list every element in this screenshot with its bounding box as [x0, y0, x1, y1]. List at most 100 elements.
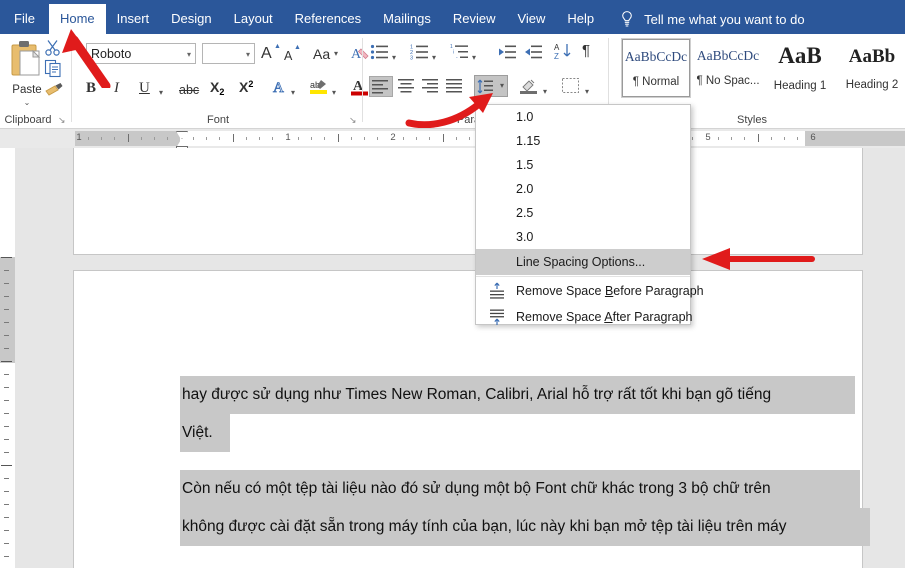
- style-no-spacing[interactable]: AaBbCcDc ¶ No Spac...: [694, 39, 762, 97]
- svg-text:-: -: [456, 55, 458, 61]
- paste-dropdown-caret[interactable]: ⌄: [4, 98, 50, 107]
- vertical-ruler-tick: [4, 348, 9, 349]
- align-left-icon[interactable]: [369, 76, 393, 97]
- highlight-color-icon[interactable]: ab: [309, 77, 329, 102]
- vertical-ruler-tick: [4, 543, 9, 544]
- underline-chevron-icon[interactable]: ▾: [159, 82, 163, 100]
- menu-item-label-post: efore Paragraph: [613, 284, 704, 298]
- menu-item-remove-space-after-paragraph[interactable]: Remove Space After Paragraph: [476, 304, 693, 330]
- ruler-number: 2: [390, 132, 396, 143]
- ruler-tick: [259, 137, 260, 140]
- tab-review[interactable]: Review: [442, 4, 507, 34]
- tab-help[interactable]: Help: [556, 4, 605, 34]
- numbering-chevron-icon[interactable]: ▾: [432, 47, 436, 65]
- style-normal[interactable]: AaBbCcDc ¶ Normal: [621, 38, 691, 98]
- numbered-list-icon[interactable]: 1 2 3: [410, 43, 430, 66]
- menu-item-remove-space-before-paragraph[interactable]: Remove Space Before Paragraph: [476, 278, 704, 304]
- style-heading-2[interactable]: AaBb Heading 2: [838, 39, 905, 97]
- ruler-tick: [416, 137, 417, 140]
- underline-button[interactable]: U: [139, 79, 150, 97]
- tab-file[interactable]: File: [0, 4, 49, 34]
- chevron-down-icon[interactable]: ▾: [187, 44, 191, 65]
- tell-me-search[interactable]: Tell me what you want to do: [619, 4, 805, 34]
- font-size-input[interactable]: ▾: [202, 43, 255, 64]
- style-name: Heading 2: [845, 79, 899, 91]
- bullet-chevron-icon[interactable]: ▾: [392, 47, 396, 65]
- font-name-value: Roboto: [91, 47, 132, 61]
- subscript-button[interactable]: X2: [210, 79, 224, 97]
- superscript-button[interactable]: X2: [239, 79, 253, 97]
- document-line: không được cài đặt sẵn trong máy tính củ…: [180, 508, 870, 546]
- tell-me-label: Tell me what you want to do: [644, 11, 805, 27]
- menu-item-label-post: fter Paragraph: [612, 310, 693, 324]
- vertical-ruler-tick: [4, 491, 9, 492]
- shrink-font-label: A: [284, 49, 293, 63]
- borders-icon[interactable]: [562, 78, 580, 99]
- cut-scissors-icon[interactable]: [43, 38, 63, 58]
- shrink-font-icon[interactable]: A ▲: [284, 44, 301, 65]
- tab-view[interactable]: View: [506, 4, 556, 34]
- strikethrough-button[interactable]: abc: [179, 81, 199, 99]
- multilevel-chevron-icon[interactable]: ▾: [472, 47, 476, 65]
- shading-icon[interactable]: [519, 77, 539, 100]
- tab-insert[interactable]: Insert: [106, 4, 161, 34]
- vertical-ruler-tick: [4, 426, 9, 427]
- borders-chevron-icon[interactable]: ▾: [585, 81, 589, 99]
- chevron-down-icon[interactable]: ▾: [246, 44, 250, 65]
- svg-text:A: A: [273, 80, 284, 96]
- change-case-icon[interactable]: Aa ▾: [313, 46, 338, 64]
- align-center-icon[interactable]: [398, 79, 416, 98]
- clipboard-dialog-launcher[interactable]: ↘: [58, 115, 68, 125]
- menu-item-3-0[interactable]: 3.0: [476, 225, 690, 249]
- ruler-tick: [692, 137, 693, 140]
- tab-references[interactable]: References: [284, 4, 372, 34]
- tab-home[interactable]: Home: [48, 4, 106, 34]
- tab-design[interactable]: Design: [160, 4, 222, 34]
- copy-icon[interactable]: [43, 58, 63, 78]
- ruler-number: 1: [285, 132, 291, 143]
- font-name-input[interactable]: Roboto ▾: [86, 43, 196, 64]
- decrease-indent-icon[interactable]: [498, 43, 518, 66]
- grow-font-icon[interactable]: A ▲: [261, 43, 281, 63]
- horizontal-ruler[interactable]: 1 1 2 3 4 5 6: [0, 129, 905, 155]
- text-effects-icon[interactable]: A: [271, 78, 289, 101]
- shading-chevron-icon[interactable]: ▾: [543, 81, 547, 99]
- multilevel-list-icon[interactable]: 1 i -: [450, 43, 470, 66]
- bold-label: B: [86, 80, 97, 96]
- show-formatting-marks-icon[interactable]: ¶: [582, 42, 590, 60]
- menu-item-1-15[interactable]: 1.15: [476, 129, 690, 153]
- vertical-ruler[interactable]: [0, 148, 15, 568]
- vertical-ruler-tick: [4, 374, 9, 375]
- bullet-list-icon[interactable]: [370, 43, 390, 66]
- format-painter-icon[interactable]: [43, 78, 63, 98]
- document-line-text: Còn nếu có một tệp tài liệu nào đó sử dụ…: [182, 480, 771, 498]
- text-effects-chevron-icon[interactable]: ▾: [291, 82, 295, 100]
- svg-text:A: A: [554, 43, 560, 52]
- tab-layout[interactable]: Layout: [223, 4, 284, 34]
- document-page-1[interactable]: [73, 148, 863, 255]
- menu-item-line-spacing-options[interactable]: Line Spacing Options...: [476, 249, 690, 275]
- ruler-tick: [758, 134, 759, 142]
- style-heading-1[interactable]: AaB Heading 1: [766, 39, 834, 97]
- line-spacing-button[interactable]: ▾: [474, 75, 508, 97]
- vertical-ruler-tick: [4, 504, 9, 505]
- align-right-icon[interactable]: [422, 79, 440, 98]
- bold-button[interactable]: B: [86, 79, 96, 97]
- paste-icon[interactable]: [8, 39, 46, 83]
- increase-indent-icon[interactable]: [524, 43, 544, 66]
- sort-az-icon[interactable]: A Z: [554, 42, 574, 67]
- justify-icon[interactable]: [446, 79, 464, 98]
- italic-button[interactable]: I: [114, 79, 119, 97]
- menu-item-2-5[interactable]: 2.5: [476, 201, 690, 225]
- menu-item-1-5[interactable]: 1.5: [476, 153, 690, 177]
- svg-text:i: i: [453, 50, 454, 56]
- menu-item-2-0[interactable]: 2.0: [476, 177, 690, 201]
- line-spacing-dropdown-menu[interactable]: 1.0 1.15 1.5 2.0 2.5 3.0 Line Spacing Op…: [475, 104, 704, 325]
- document-canvas[interactable]: hay được sử dụng như Times New Roman, Ca…: [15, 148, 905, 568]
- remove-space-after-icon: [488, 308, 506, 326]
- document-line: Việt.: [180, 414, 230, 452]
- menu-item-1-0[interactable]: 1.0: [476, 105, 690, 129]
- highlight-chevron-icon[interactable]: ▾: [332, 82, 336, 100]
- tab-mailings[interactable]: Mailings: [372, 4, 442, 34]
- ruler-tick: [797, 137, 798, 140]
